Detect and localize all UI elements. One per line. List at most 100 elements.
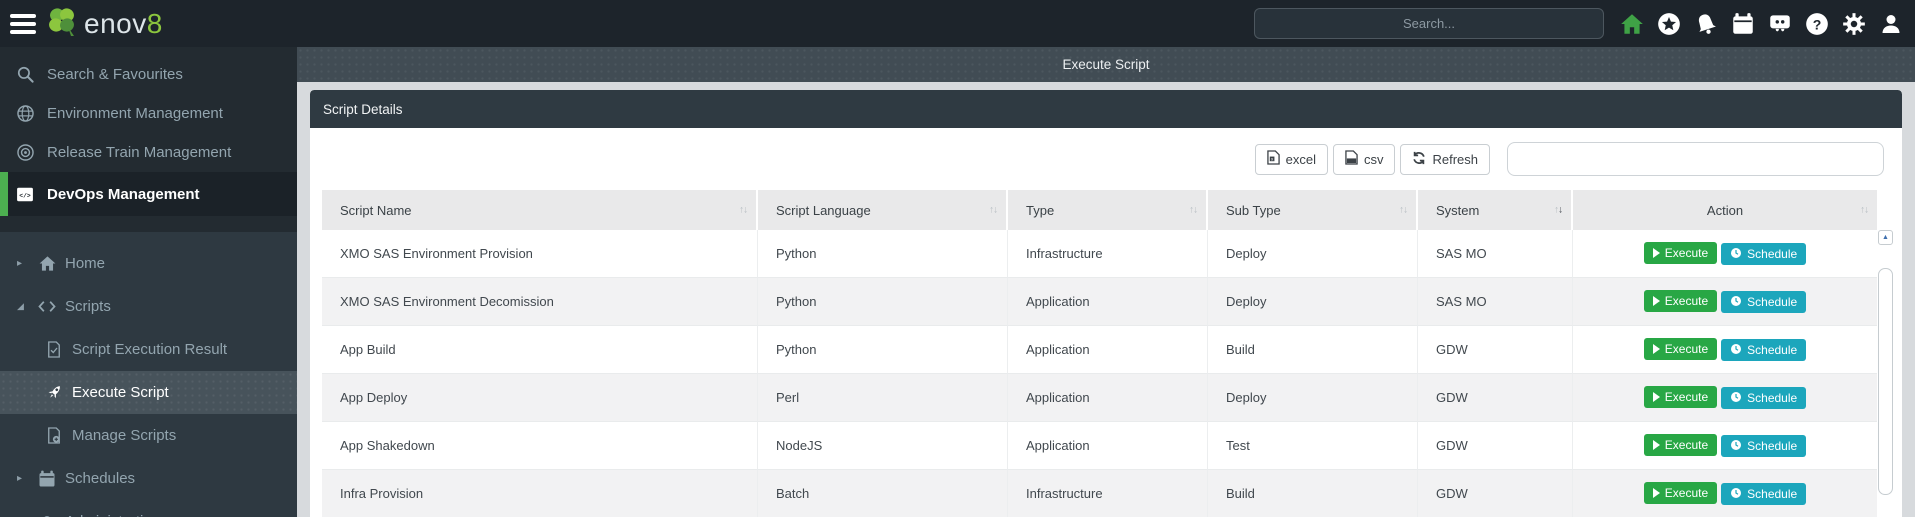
- top-navbar: enov8 ?: [0, 0, 1915, 47]
- table-row: Infra Provision Batch Infrastructure Build G…: [322, 470, 1877, 517]
- execute-button[interactable]: Execute: [1643, 482, 1718, 504]
- panel-title: Script Details: [310, 90, 1902, 128]
- cell-script-language: Perl: [758, 374, 1008, 422]
- sidebar-item-scripts[interactable]: ◢ Scripts: [0, 285, 297, 328]
- cell-type: Infrastructure: [1008, 230, 1208, 278]
- gear-icon[interactable]: [1840, 10, 1868, 38]
- script-details-panel: Script Details x excel csv Refresh Scrip…: [310, 90, 1902, 517]
- cell-system: SAS MO: [1418, 230, 1573, 278]
- column-label: Type: [1026, 202, 1055, 218]
- execute-button[interactable]: Execute: [1643, 386, 1718, 408]
- play-icon: [1652, 248, 1660, 258]
- cell-script-language: Python: [758, 278, 1008, 326]
- bell-icon[interactable]: [1692, 10, 1720, 38]
- sort-arrows-icon[interactable]: ↑↓: [1399, 205, 1408, 216]
- schedule-button[interactable]: Schedule: [1721, 243, 1807, 265]
- play-icon: [1652, 344, 1660, 354]
- user-icon[interactable]: [1877, 10, 1905, 38]
- column-header-sub-type[interactable]: Sub Type ↑↓: [1208, 190, 1418, 230]
- doc-check-icon: [44, 340, 64, 360]
- column-header-system[interactable]: System ↑↓: [1418, 190, 1573, 230]
- schedule-button[interactable]: Schedule: [1721, 483, 1807, 505]
- calendar-icon[interactable]: [1729, 10, 1757, 38]
- clock-icon: [1730, 247, 1742, 261]
- cell-sub-type: Deploy: [1208, 278, 1418, 326]
- schedule-button[interactable]: Schedule: [1721, 291, 1807, 313]
- sidebar-item-manage-scripts[interactable]: Manage Scripts: [0, 414, 297, 457]
- target-icon: [15, 143, 35, 163]
- table-filter-input[interactable]: [1507, 142, 1884, 176]
- clock-icon: [1730, 391, 1742, 405]
- column-header-type[interactable]: Type ↑↓: [1008, 190, 1208, 230]
- refresh-icon: [1412, 151, 1426, 168]
- table-scrollbar[interactable]: ▲: [1878, 230, 1893, 495]
- cell-script-name: XMO SAS Environment Provision: [322, 230, 758, 278]
- cell-sub-type: Test: [1208, 422, 1418, 470]
- sidebar-item-search-favourites[interactable]: Search & Favourites: [0, 55, 297, 94]
- house-icon: [37, 254, 57, 274]
- cell-action: Execute Schedule: [1573, 326, 1877, 374]
- sort-arrows-icon[interactable]: ↑↓: [1554, 205, 1563, 216]
- help-circle-icon[interactable]: ?: [1803, 10, 1831, 38]
- sidebar-item-label: Manage Scripts: [72, 427, 177, 444]
- calendar-icon: [37, 469, 57, 489]
- execute-button[interactable]: Execute: [1643, 338, 1718, 360]
- schedule-button[interactable]: Schedule: [1721, 339, 1807, 361]
- sidebar-item-home[interactable]: ▸ Home: [0, 242, 297, 285]
- chevron-right-icon[interactable]: ▸: [17, 473, 29, 484]
- cell-sub-type: Deploy: [1208, 374, 1418, 422]
- star-circle-icon[interactable]: [1655, 10, 1683, 38]
- export-csv-button[interactable]: csv: [1332, 143, 1396, 175]
- cell-type: Application: [1008, 374, 1208, 422]
- cell-action: Execute Schedule: [1573, 278, 1877, 326]
- hamburger-menu-icon[interactable]: [10, 13, 36, 34]
- sort-arrows-icon[interactable]: ↑↓: [1860, 205, 1869, 216]
- export-excel-button[interactable]: x excel: [1254, 143, 1328, 175]
- sort-arrows-icon[interactable]: ↑↓: [1189, 205, 1198, 216]
- cell-action: Execute Schedule: [1573, 230, 1877, 278]
- refresh-button[interactable]: Refresh: [1400, 143, 1490, 175]
- execute-button[interactable]: Execute: [1643, 290, 1718, 312]
- sort-arrows-icon[interactable]: ↑↓: [989, 205, 998, 216]
- sidebar-item-label: Script Execution Result: [72, 341, 228, 358]
- sort-arrows-icon[interactable]: ↑↓: [739, 205, 748, 216]
- cell-sub-type: Build: [1208, 470, 1418, 517]
- sidebar-item-label: Schedules: [65, 470, 136, 487]
- sidebar-item-release-train-management[interactable]: Release Train Management: [0, 133, 297, 172]
- sidebar-item-schedules[interactable]: ▸ Schedules: [0, 457, 297, 500]
- presentation-icon[interactable]: [1766, 10, 1794, 38]
- clock-icon: [1730, 343, 1742, 357]
- cell-action: Execute Schedule: [1573, 374, 1877, 422]
- chevron-down-icon[interactable]: ◢: [17, 301, 29, 312]
- sidebar-item-devops-management[interactable]: </> DevOps Management: [0, 172, 297, 216]
- column-label: System: [1436, 202, 1480, 218]
- scripts-table-wrap: Script Name ↑↓ Script Language ↑↓ Type ↑↓ Sub …: [310, 190, 1902, 517]
- home-icon[interactable]: [1618, 10, 1646, 38]
- sidebar-item-execute-script[interactable]: Execute Script: [0, 371, 297, 414]
- table-row: App Shakedown NodeJS Application Test GDW Exe…: [322, 422, 1877, 470]
- column-header-action[interactable]: Action ↑↓: [1573, 190, 1877, 230]
- execute-button[interactable]: Execute: [1643, 434, 1718, 456]
- sidebar-item-label: Scripts: [65, 298, 111, 315]
- cell-script-language: Batch: [758, 470, 1008, 517]
- column-header-script-language[interactable]: Script Language ↑↓: [758, 190, 1008, 230]
- scrollbar-thumb[interactable]: [1878, 268, 1893, 495]
- sidebar-item-label: Execute Script: [72, 384, 169, 401]
- play-icon: [1652, 296, 1660, 306]
- schedule-button[interactable]: Schedule: [1721, 387, 1807, 409]
- execute-button[interactable]: Execute: [1643, 242, 1718, 264]
- schedule-button[interactable]: Schedule: [1721, 435, 1807, 457]
- column-header-script-name[interactable]: Script Name ↑↓: [322, 190, 758, 230]
- enov8-logo[interactable]: enov8: [44, 3, 163, 44]
- sidebar-item-script-execution-result[interactable]: Script Execution Result: [0, 328, 297, 371]
- sidebar-item-administration[interactable]: ▸Administration: [0, 500, 297, 517]
- sidebar-item-environment-management[interactable]: Environment Management: [0, 94, 297, 133]
- clover-logo-icon: [44, 3, 80, 44]
- cell-action: Execute Schedule: [1573, 422, 1877, 470]
- play-icon: [1652, 488, 1660, 498]
- table-row: XMO SAS Environment Provision Python Infra…: [322, 230, 1877, 278]
- global-search-input[interactable]: [1254, 8, 1604, 39]
- chevron-right-icon[interactable]: ▸: [17, 258, 29, 269]
- scrollbar-up-icon[interactable]: ▲: [1878, 230, 1893, 245]
- cell-script-name: XMO SAS Environment Decomission: [322, 278, 758, 326]
